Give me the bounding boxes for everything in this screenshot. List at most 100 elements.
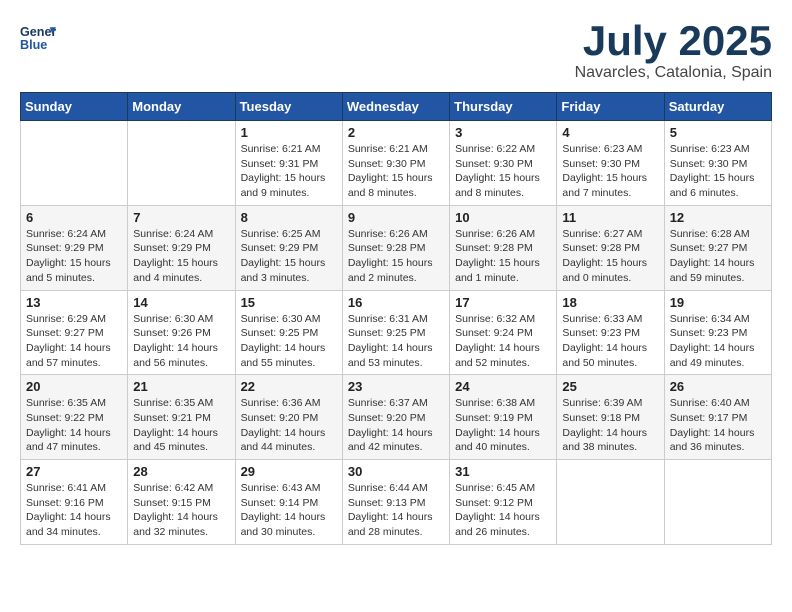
day-number: 22 <box>241 379 337 394</box>
calendar-cell: 10Sunrise: 6:26 AM Sunset: 9:28 PM Dayli… <box>450 205 557 290</box>
calendar-cell: 5 Sunrise: 6:23 AM Sunset: 9:30 PM Daylig… <box>664 121 771 206</box>
day-info: Sunrise: 6:35 AM Sunset: 9:21 PM Dayligh… <box>133 396 229 455</box>
week-row-4: 20 Sunrise: 6:35 AM Sunset: 9:22 PM Dayli… <box>21 375 772 460</box>
calendar-cell: 3Sunrise: 6:22 AM Sunset: 9:30 PM Daylig… <box>450 121 557 206</box>
day-info: Sunrise: 6:24 AM Sunset: 9:29 PM Dayligh… <box>26 227 122 286</box>
day-info: Sunrise: 6:43 AM Sunset: 9:14 PM Dayligh… <box>241 481 337 540</box>
day-info: Sunrise: 6:25 AM Sunset: 9:29 PM Dayligh… <box>241 227 337 286</box>
day-number: 11 <box>562 210 658 225</box>
weekday-header-sunday: Sunday <box>21 93 128 121</box>
day-info: Sunrise: 6:38 AM Sunset: 9:19 PM Dayligh… <box>455 396 551 455</box>
day-number: 29 <box>241 464 337 479</box>
weekday-header-saturday: Saturday <box>664 93 771 121</box>
page-header: General Blue July 2025 Navarcles, Catalo… <box>20 20 772 82</box>
weekday-header-monday: Monday <box>128 93 235 121</box>
day-info: Sunrise: 6:26 AM Sunset: 9:28 PM Dayligh… <box>455 227 551 286</box>
calendar-cell: 31 Sunrise: 6:45 AM Sunset: 9:12 PM Dayli… <box>450 460 557 545</box>
weekday-header-tuesday: Tuesday <box>235 93 342 121</box>
calendar-cell: 11 Sunrise: 6:27 AM Sunset: 9:28 PM Dayli… <box>557 205 664 290</box>
day-number: 23 <box>348 379 444 394</box>
day-number: 20 <box>26 379 122 394</box>
calendar-cell: 30Sunrise: 6:44 AM Sunset: 9:13 PM Dayli… <box>342 460 449 545</box>
day-info: Sunrise: 6:33 AM Sunset: 9:23 PM Dayligh… <box>562 312 658 371</box>
calendar-cell: 13 Sunrise: 6:29 AM Sunset: 9:27 PM Dayli… <box>21 290 128 375</box>
calendar-cell <box>128 121 235 206</box>
day-number: 13 <box>26 295 122 310</box>
day-info: Sunrise: 6:29 AM Sunset: 9:27 PM Dayligh… <box>26 312 122 371</box>
calendar-cell: 24 Sunrise: 6:38 AM Sunset: 9:19 PM Dayli… <box>450 375 557 460</box>
calendar-cell: 1 Sunrise: 6:21 AM Sunset: 9:31 PM Daylig… <box>235 121 342 206</box>
day-number: 21 <box>133 379 229 394</box>
day-info: Sunrise: 6:28 AM Sunset: 9:27 PM Dayligh… <box>670 227 766 286</box>
calendar-cell: 27 Sunrise: 6:41 AM Sunset: 9:16 PM Dayli… <box>21 460 128 545</box>
day-number: 9 <box>348 210 444 225</box>
calendar-cell: 16Sunrise: 6:31 AM Sunset: 9:25 PM Dayli… <box>342 290 449 375</box>
calendar-cell <box>557 460 664 545</box>
day-info: Sunrise: 6:27 AM Sunset: 9:28 PM Dayligh… <box>562 227 658 286</box>
calendar-cell: 12 Sunrise: 6:28 AM Sunset: 9:27 PM Dayli… <box>664 205 771 290</box>
day-number: 30 <box>348 464 444 479</box>
day-number: 31 <box>455 464 551 479</box>
day-info: Sunrise: 6:37 AM Sunset: 9:20 PM Dayligh… <box>348 396 444 455</box>
day-number: 4 <box>562 125 658 140</box>
calendar-cell: 7 Sunrise: 6:24 AM Sunset: 9:29 PM Daylig… <box>128 205 235 290</box>
day-number: 27 <box>26 464 122 479</box>
location: Navarcles, Catalonia, Spain <box>575 64 772 82</box>
day-number: 28 <box>133 464 229 479</box>
day-number: 25 <box>562 379 658 394</box>
day-info: Sunrise: 6:36 AM Sunset: 9:20 PM Dayligh… <box>241 396 337 455</box>
day-number: 7 <box>133 210 229 225</box>
calendar-cell <box>664 460 771 545</box>
day-info: Sunrise: 6:24 AM Sunset: 9:29 PM Dayligh… <box>133 227 229 286</box>
week-row-2: 6Sunrise: 6:24 AM Sunset: 9:29 PM Daylig… <box>21 205 772 290</box>
month-title: July 2025 <box>575 20 772 62</box>
day-number: 12 <box>670 210 766 225</box>
calendar-cell <box>21 121 128 206</box>
calendar-cell: 22 Sunrise: 6:36 AM Sunset: 9:20 PM Dayli… <box>235 375 342 460</box>
logo-icon: General Blue <box>20 20 56 56</box>
day-info: Sunrise: 6:34 AM Sunset: 9:23 PM Dayligh… <box>670 312 766 371</box>
day-info: Sunrise: 6:22 AM Sunset: 9:30 PM Dayligh… <box>455 142 551 201</box>
day-number: 26 <box>670 379 766 394</box>
day-info: Sunrise: 6:21 AM Sunset: 9:30 PM Dayligh… <box>348 142 444 201</box>
week-row-3: 13 Sunrise: 6:29 AM Sunset: 9:27 PM Dayli… <box>21 290 772 375</box>
calendar-cell: 15 Sunrise: 6:30 AM Sunset: 9:25 PM Dayli… <box>235 290 342 375</box>
day-number: 15 <box>241 295 337 310</box>
day-number: 2 <box>348 125 444 140</box>
day-info: Sunrise: 6:30 AM Sunset: 9:25 PM Dayligh… <box>241 312 337 371</box>
calendar-cell: 19 Sunrise: 6:34 AM Sunset: 9:23 PM Dayli… <box>664 290 771 375</box>
weekday-header-friday: Friday <box>557 93 664 121</box>
day-info: Sunrise: 6:45 AM Sunset: 9:12 PM Dayligh… <box>455 481 551 540</box>
day-number: 16 <box>348 295 444 310</box>
calendar-table: SundayMondayTuesdayWednesdayThursdayFrid… <box>20 92 772 545</box>
day-info: Sunrise: 6:41 AM Sunset: 9:16 PM Dayligh… <box>26 481 122 540</box>
day-info: Sunrise: 6:32 AM Sunset: 9:24 PM Dayligh… <box>455 312 551 371</box>
weekday-header-thursday: Thursday <box>450 93 557 121</box>
calendar-cell: 25Sunrise: 6:39 AM Sunset: 9:18 PM Dayli… <box>557 375 664 460</box>
calendar-cell: 8 Sunrise: 6:25 AM Sunset: 9:29 PM Daylig… <box>235 205 342 290</box>
calendar-cell: 28Sunrise: 6:42 AM Sunset: 9:15 PM Dayli… <box>128 460 235 545</box>
day-number: 1 <box>241 125 337 140</box>
logo: General Blue <box>20 20 56 56</box>
day-number: 5 <box>670 125 766 140</box>
day-info: Sunrise: 6:26 AM Sunset: 9:28 PM Dayligh… <box>348 227 444 286</box>
calendar-cell: 17Sunrise: 6:32 AM Sunset: 9:24 PM Dayli… <box>450 290 557 375</box>
calendar-cell: 23 Sunrise: 6:37 AM Sunset: 9:20 PM Dayli… <box>342 375 449 460</box>
calendar-cell: 6Sunrise: 6:24 AM Sunset: 9:29 PM Daylig… <box>21 205 128 290</box>
day-info: Sunrise: 6:35 AM Sunset: 9:22 PM Dayligh… <box>26 396 122 455</box>
calendar-cell: 21 Sunrise: 6:35 AM Sunset: 9:21 PM Dayli… <box>128 375 235 460</box>
svg-text:Blue: Blue <box>20 38 47 52</box>
calendar-cell: 2 Sunrise: 6:21 AM Sunset: 9:30 PM Daylig… <box>342 121 449 206</box>
day-info: Sunrise: 6:23 AM Sunset: 9:30 PM Dayligh… <box>562 142 658 201</box>
day-number: 8 <box>241 210 337 225</box>
calendar-cell: 14Sunrise: 6:30 AM Sunset: 9:26 PM Dayli… <box>128 290 235 375</box>
day-info: Sunrise: 6:23 AM Sunset: 9:30 PM Dayligh… <box>670 142 766 201</box>
day-number: 24 <box>455 379 551 394</box>
calendar-cell: 9 Sunrise: 6:26 AM Sunset: 9:28 PM Daylig… <box>342 205 449 290</box>
day-number: 19 <box>670 295 766 310</box>
title-block: July 2025 Navarcles, Catalonia, Spain <box>575 20 772 82</box>
week-row-1: 1 Sunrise: 6:21 AM Sunset: 9:31 PM Daylig… <box>21 121 772 206</box>
day-info: Sunrise: 6:21 AM Sunset: 9:31 PM Dayligh… <box>241 142 337 201</box>
calendar-cell: 26Sunrise: 6:40 AM Sunset: 9:17 PM Dayli… <box>664 375 771 460</box>
weekday-header-wednesday: Wednesday <box>342 93 449 121</box>
